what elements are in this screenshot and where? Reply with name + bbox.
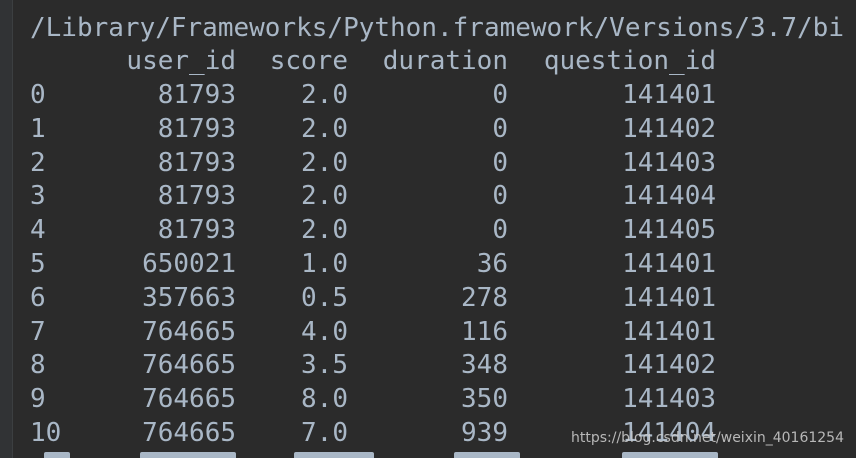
cell-duration: 0 bbox=[492, 181, 508, 212]
cell-question-id: 141405 bbox=[622, 215, 716, 246]
blog-watermark: https://blog.csdn.net/weixin_40161254 bbox=[570, 430, 844, 446]
run-console-output[interactable]: /Library/Frameworks/Python.framework/Ver… bbox=[14, 0, 856, 458]
cell-question-id: 141403 bbox=[622, 384, 716, 415]
interpreter-path: /Library/Frameworks/Python.framework/Ver… bbox=[30, 13, 844, 43]
cell-user-id: 650021 bbox=[142, 249, 236, 279]
cell-duration: 0 bbox=[492, 80, 508, 110]
cell-question-id: 141401 bbox=[622, 316, 716, 347]
cell-score: 2.0 bbox=[301, 215, 348, 246]
cell-duration: 278 bbox=[461, 282, 508, 313]
cell-score: 7.0 bbox=[301, 418, 348, 448]
cell-question-id: 141401 bbox=[622, 282, 716, 313]
cell-question-id: 141401 bbox=[622, 249, 716, 279]
cell-question-id: 141404 bbox=[622, 181, 716, 212]
cell-score: 0.5 bbox=[301, 282, 348, 313]
cell-user-id: 764665 bbox=[142, 384, 236, 415]
cell-score: 8.0 bbox=[301, 384, 348, 415]
cut-off-row bbox=[44, 452, 744, 458]
cell-duration: 36 bbox=[476, 249, 508, 279]
column-header-user-id: user_id bbox=[126, 46, 236, 76]
cell-question-id: 141402 bbox=[622, 350, 716, 381]
cell-duration: 116 bbox=[461, 316, 508, 347]
column-header-score: score bbox=[269, 46, 348, 76]
cell-duration: 939 bbox=[461, 418, 508, 448]
cell-duration: 350 bbox=[461, 384, 508, 415]
cell-user-id: 357663 bbox=[142, 282, 236, 313]
cell-user-id: 81793 bbox=[157, 147, 236, 178]
cell-score: 3.5 bbox=[301, 350, 348, 381]
cell-question-id: 141403 bbox=[622, 147, 716, 178]
cell-user-id: 81793 bbox=[157, 80, 236, 110]
cell-duration: 0 bbox=[492, 113, 508, 144]
cell-duration: 348 bbox=[461, 350, 508, 381]
cell-question-id: 141401 bbox=[622, 80, 716, 110]
cell-user-id: 764665 bbox=[142, 316, 236, 347]
column-header-duration: duration bbox=[382, 46, 508, 76]
cell-score: 2.0 bbox=[301, 113, 348, 144]
cell-score: 2.0 bbox=[301, 80, 348, 110]
cell-duration: 0 bbox=[492, 147, 508, 178]
cell-user-id: 81793 bbox=[157, 181, 236, 212]
cell-user-id: 764665 bbox=[142, 350, 236, 381]
table-header-row: user_id score duration question_id bbox=[30, 44, 716, 78]
cell-score: 1.0 bbox=[301, 249, 348, 279]
cell-score: 2.0 bbox=[301, 147, 348, 178]
cell-question-id: 141402 bbox=[622, 113, 716, 144]
cell-user-id: 81793 bbox=[157, 215, 236, 246]
cell-duration: 0 bbox=[492, 215, 508, 246]
editor-gutter bbox=[0, 0, 13, 458]
cell-user-id: 81793 bbox=[157, 113, 236, 144]
cell-score: 2.0 bbox=[301, 181, 348, 212]
cell-user-id: 764665 bbox=[142, 418, 236, 448]
cell-score: 4.0 bbox=[301, 316, 348, 347]
column-header-question-id: question_id bbox=[543, 46, 716, 76]
